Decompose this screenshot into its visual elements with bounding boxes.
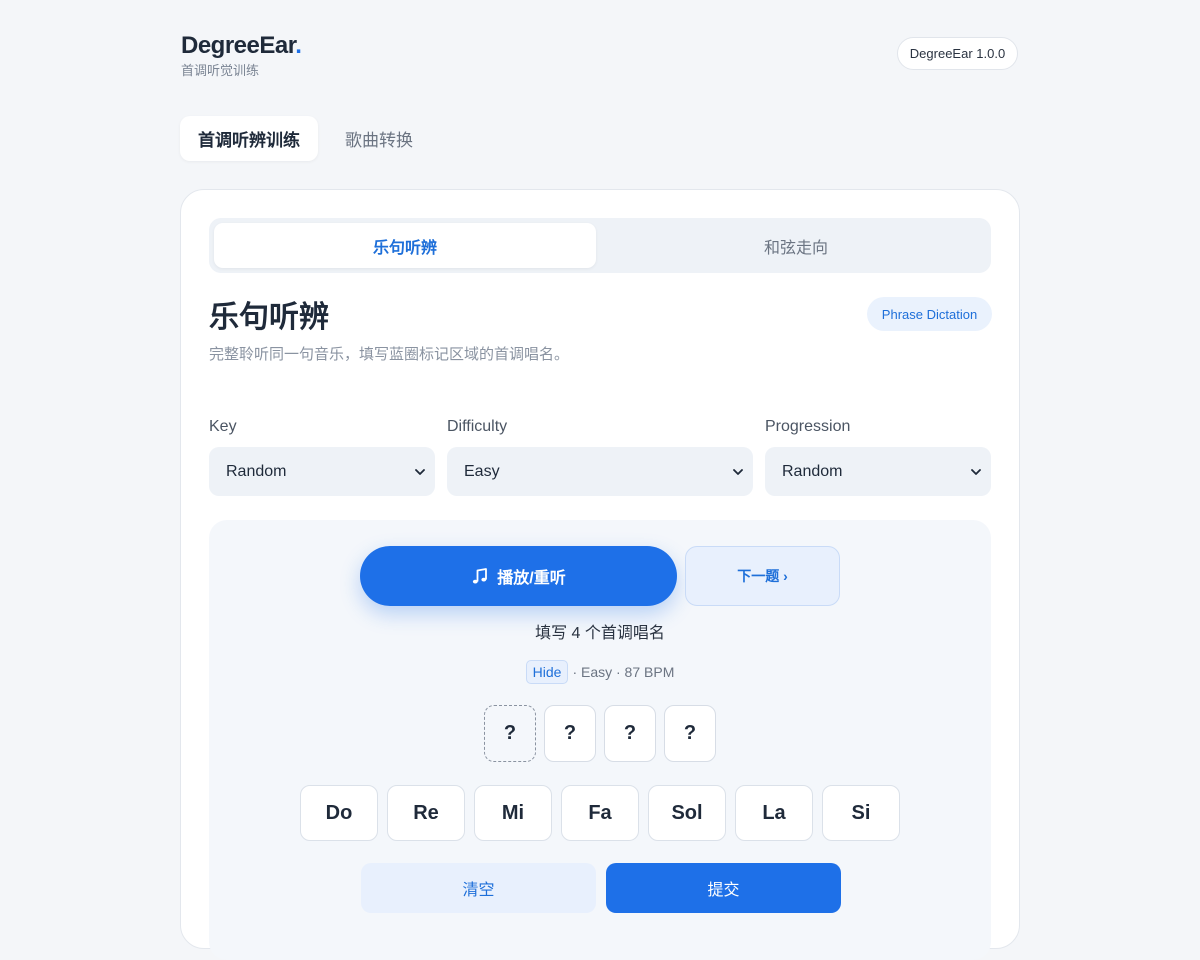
hide-toggle-button[interactable]: Hide [525, 660, 569, 684]
brand-name: DegreeEar [181, 32, 296, 59]
main-card: 乐句听辨 和弦走向 乐句听辨 Phrase Dictation 完整聆听同一句音… [180, 189, 1020, 960]
answer-slot[interactable]: ? [664, 705, 716, 762]
note-button-do[interactable]: Do [300, 785, 378, 841]
answer-slot[interactable]: ? [484, 705, 536, 762]
submit-button[interactable]: 提交 [606, 863, 841, 913]
mode-segmented-control: 乐句听辨 和弦走向 [209, 218, 991, 273]
version-badge: DegreeEar 1.0.0 [897, 37, 1018, 70]
play-button[interactable]: 播放/重听 [360, 546, 677, 606]
tab-degree-training[interactable]: 首调听辨训练 [180, 116, 318, 161]
brand-title: DegreeEar. [181, 31, 302, 61]
section-description: 完整聆听同一句音乐，填写蓝圈标记区域的首调唱名。 [209, 347, 570, 363]
progression-select[interactable]: Random [765, 447, 991, 496]
chevron-down-icon [971, 468, 981, 475]
note-button-re[interactable]: Re [387, 785, 465, 841]
segment-phrase-dictation[interactable]: 乐句听辨 [214, 223, 596, 268]
segment-chord-progression[interactable]: 和弦走向 [605, 223, 987, 268]
next-question-button[interactable]: 下一题 › [685, 546, 840, 606]
answer-slot[interactable]: ? [604, 705, 656, 762]
key-select-value: Random [226, 462, 287, 480]
key-label: Key [209, 418, 237, 435]
meta-text: · Easy · 87 BPM [572, 664, 675, 680]
question-prompt: 填写 4 个首调唱名 [535, 625, 665, 642]
practice-panel: 播放/重听 下一题 › 填写 4 个首调唱名 Hide · Easy · 87 … [209, 520, 991, 960]
note-button-mi[interactable]: Mi [474, 785, 552, 841]
difficulty-field: Difficulty Easy [447, 417, 753, 496]
top-tabs: 首调听辨训练 歌曲转换 [180, 116, 431, 161]
key-field: Key Random [209, 417, 435, 496]
note-button-la[interactable]: La [735, 785, 813, 841]
progression-select-value: Random [782, 462, 843, 480]
note-button-sol[interactable]: Sol [648, 785, 726, 841]
section-badge: Phrase Dictation [867, 297, 992, 331]
brand-dot: . [295, 32, 302, 59]
answer-slots: ? ? ? ? [209, 705, 991, 762]
music-note-icon [473, 568, 488, 584]
question-meta: Hide · Easy · 87 BPM [209, 660, 991, 684]
tab-song-convert[interactable]: 歌曲转换 [327, 116, 431, 161]
progression-label: Progression [765, 418, 851, 435]
difficulty-label: Difficulty [447, 418, 508, 435]
brand-subtitle: 首调听觉训练 [181, 63, 260, 78]
difficulty-select-value: Easy [464, 462, 500, 480]
clear-button[interactable]: 清空 [361, 863, 596, 913]
note-button-si[interactable]: Si [822, 785, 900, 841]
answer-slot[interactable]: ? [544, 705, 596, 762]
chevron-down-icon [415, 468, 425, 475]
section-title: 乐句听辨 [209, 301, 329, 334]
chevron-down-icon [733, 468, 743, 475]
note-button-fa[interactable]: Fa [561, 785, 639, 841]
brand: DegreeEar. 首调听觉训练 [181, 31, 302, 79]
play-button-label: 播放/重听 [497, 570, 566, 587]
key-select[interactable]: Random [209, 447, 435, 496]
difficulty-select[interactable]: Easy [447, 447, 753, 496]
solfege-keypad: Do Re Mi Fa Sol La Si [209, 785, 991, 841]
progression-field: Progression Random [765, 417, 991, 496]
